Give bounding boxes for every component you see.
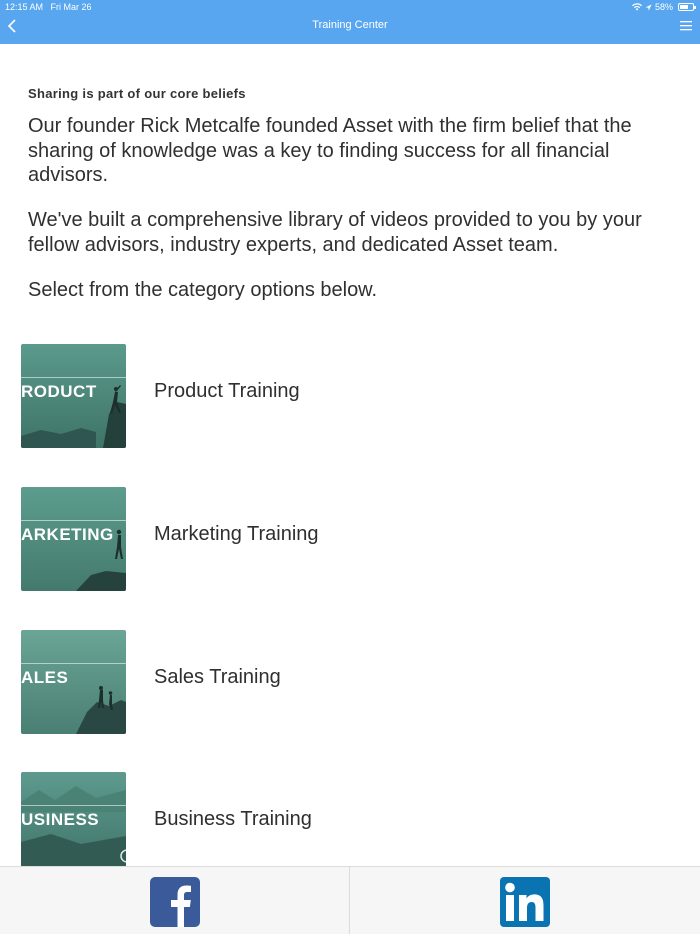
thumb-text: ARKETING: [21, 525, 114, 544]
battery-percent: 58%: [654, 2, 673, 12]
marketing-thumbnail[interactable]: ARKETING: [21, 487, 126, 591]
thumb-text: USINESS: [21, 810, 100, 829]
status-date: Fri Mar 26: [50, 2, 92, 12]
intro-paragraph-1: Our founder Rick Metcalfe founded Asset …: [28, 115, 632, 186]
facebook-icon[interactable]: [150, 877, 200, 927]
category-label[interactable]: Product Training: [154, 380, 300, 403]
business-thumbnail[interactable]: USINESS: [21, 772, 126, 876]
sales-thumbnail[interactable]: ALES: [21, 630, 126, 734]
social-footer: [0, 866, 700, 934]
category-product-training[interactable]: RODUCT Product Training: [21, 344, 681, 448]
wifi-icon: [631, 3, 642, 11]
category-label[interactable]: Marketing Training: [154, 523, 319, 546]
thumb-divider-line: [21, 520, 126, 521]
thumb-text: ALES: [21, 668, 69, 687]
status-right: 58%: [631, 0, 696, 14]
status-bar: 12:15 AM Fri Mar 26 58%: [0, 0, 700, 14]
menu-icon[interactable]: [680, 20, 692, 31]
intro-paragraph-2: We've built a comprehensive library of v…: [28, 209, 642, 256]
top-bar: 12:15 AM Fri Mar 26 58% Training Center: [0, 0, 700, 44]
location-arrow-icon: [645, 3, 652, 11]
footer-divider: [349, 867, 350, 934]
intro-paragraph-3: Select from the category options below.: [28, 279, 378, 301]
category-label[interactable]: Business Training: [154, 808, 312, 831]
thumb-divider-line: [21, 663, 126, 664]
category-marketing-training[interactable]: ARKETING Marketing Training: [21, 487, 681, 591]
status-time-date: 12:15 AM Fri Mar 26: [5, 0, 92, 14]
nav-title: Training Center: [312, 19, 388, 31]
category-sales-training[interactable]: ALES Sales Training: [21, 630, 681, 734]
battery-icon: [678, 3, 696, 11]
thumb-divider-line: [21, 805, 126, 806]
product-thumbnail[interactable]: RODUCT: [21, 344, 126, 448]
status-time: 12:15 AM: [5, 2, 44, 12]
thumb-text: RODUCT: [21, 382, 97, 401]
linkedin-icon[interactable]: [500, 877, 550, 927]
category-business-training[interactable]: USINESS Business Training: [21, 772, 681, 876]
thumb-divider-line: [21, 377, 126, 378]
category-label[interactable]: Sales Training: [154, 666, 281, 689]
intro-heading: Sharing is part of our core beliefs: [28, 86, 246, 101]
